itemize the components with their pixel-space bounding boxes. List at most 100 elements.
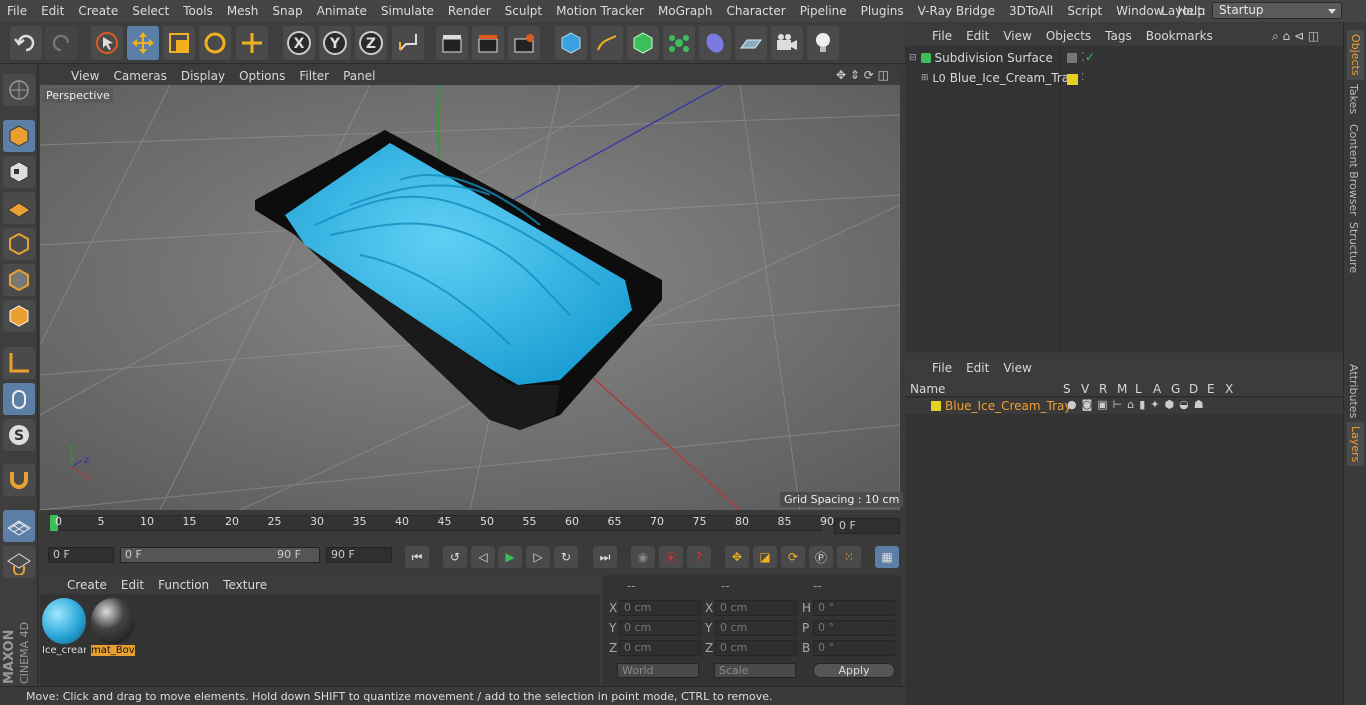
undo-button[interactable] xyxy=(10,26,42,60)
snap-button[interactable] xyxy=(3,464,35,496)
go-to-end-button[interactable]: ⏭ xyxy=(593,546,617,568)
menu-item-character[interactable]: Character xyxy=(719,4,792,18)
menu-item-snap[interactable]: Snap xyxy=(265,4,309,18)
layer-menu-view[interactable]: View xyxy=(996,361,1038,375)
key-parameter-button[interactable]: Ⓟ xyxy=(809,546,833,568)
menu-item-file[interactable]: File xyxy=(0,4,34,18)
menu-item-plugins[interactable]: Plugins xyxy=(854,4,911,18)
edge-mode-button[interactable] xyxy=(3,264,35,296)
material-menu-texture[interactable]: Texture xyxy=(216,578,274,592)
step-back-button[interactable]: ◁ xyxy=(471,546,495,568)
rotate-tool-button[interactable] xyxy=(199,26,231,60)
apply-button[interactable]: Apply xyxy=(813,663,895,678)
frame-range-slider[interactable]: 0 F 90 F xyxy=(120,547,320,563)
key-pla-button[interactable]: ⁙ xyxy=(837,546,861,568)
viewport-menu-options[interactable]: Options xyxy=(232,69,292,83)
record-active-button[interactable]: ⦿ xyxy=(659,546,683,568)
step-forward-button[interactable]: ▷ xyxy=(526,546,550,568)
tab-structure[interactable]: Structure xyxy=(1347,222,1360,273)
coord-rotation-field[interactable]: 0 ° xyxy=(813,620,895,636)
coord-position-field[interactable]: 0 cm xyxy=(619,600,701,616)
menu-item-script[interactable]: Script xyxy=(1060,4,1109,18)
viewport-menu-cameras[interactable]: Cameras xyxy=(106,69,173,83)
light-object-button[interactable] xyxy=(807,26,839,60)
make-editable-button[interactable] xyxy=(3,74,35,106)
coord-space-dropdown[interactable]: World xyxy=(617,663,699,678)
workplane-lock-button[interactable] xyxy=(3,510,35,542)
next-key-button[interactable]: ↻ xyxy=(554,546,578,568)
object-menu-objects[interactable]: Objects xyxy=(1039,29,1098,43)
menu-item-simulate[interactable]: Simulate xyxy=(374,4,441,18)
viewport-menu-filter[interactable]: Filter xyxy=(292,69,336,83)
transform-tool-button[interactable] xyxy=(236,26,268,60)
enabled-check-icon[interactable]: ⁚✓ xyxy=(1081,50,1095,64)
tab-layers[interactable]: Layers xyxy=(1347,422,1364,467)
viewport-menu-panel[interactable]: Panel xyxy=(336,69,382,83)
menu-item-create[interactable]: Create xyxy=(71,4,125,18)
key-scale-button[interactable]: ◪ xyxy=(753,546,777,568)
menu-item-edit[interactable]: Edit xyxy=(34,4,71,18)
object-manager-icons[interactable]: ⌕ ⌂ ⊲ ◫ xyxy=(1272,29,1319,44)
viewport-menu-view[interactable]: View xyxy=(64,69,106,83)
menu-item-render[interactable]: Render xyxy=(441,4,498,18)
coord-size-field[interactable]: 0 cm xyxy=(715,620,797,636)
timeline-ruler[interactable]: 0 5 10 15 20 25 30 35 40 45 50 55 60 65 70 75 80 85 90 0 F xyxy=(40,511,902,535)
layer-menu-file[interactable]: File xyxy=(925,361,959,375)
menu-item-v-ray-bridge[interactable]: V-Ray Bridge xyxy=(911,4,1002,18)
render-view-button[interactable] xyxy=(436,26,468,60)
layer-flag-icons[interactable]: ●◙▣⊢⌂▮✦⬢◒☗ xyxy=(1067,398,1209,411)
viewport-perspective[interactable]: Y Z X xyxy=(40,85,900,510)
coord-size-mode-dropdown[interactable]: Scale xyxy=(714,663,796,678)
tab-attributes[interactable]: Attributes xyxy=(1347,364,1360,418)
cube-object-button[interactable] xyxy=(555,26,587,60)
move-tool-button[interactable] xyxy=(127,26,159,60)
x-axis-button[interactable]: X xyxy=(283,26,315,60)
axis-mode-button[interactable] xyxy=(3,347,35,379)
material-swatch-ice-cream[interactable]: Ice_crear xyxy=(42,598,86,656)
coordinate-system-button[interactable] xyxy=(392,26,424,60)
visibility-dots-icon[interactable]: ⁚ xyxy=(1081,72,1084,83)
layer-row[interactable]: Blue_Ice_Cream_Tray ●◙▣⊢⌂▮✦⬢◒☗ xyxy=(905,398,1343,414)
menu-item-sculpt[interactable]: Sculpt xyxy=(498,4,549,18)
y-axis-button[interactable]: Y xyxy=(319,26,351,60)
step-back-key-button[interactable]: ↺ xyxy=(443,546,467,568)
viewport-menu-display[interactable]: Display xyxy=(174,69,232,83)
pen-spline-button[interactable] xyxy=(591,26,623,60)
render-settings-button[interactable] xyxy=(508,26,540,60)
menu-item-animate[interactable]: Animate xyxy=(310,4,374,18)
material-menu-function[interactable]: Function xyxy=(151,578,216,592)
tab-content-browser[interactable]: Content Browser xyxy=(1347,124,1360,216)
select-tool-button[interactable] xyxy=(91,26,123,60)
layer-menu-edit[interactable]: Edit xyxy=(959,361,996,375)
material-menu-create[interactable]: Create xyxy=(60,578,114,592)
coord-rotation-field[interactable]: 0 ° xyxy=(813,640,895,656)
start-frame-field[interactable]: 0 F xyxy=(48,547,114,563)
floor-object-button[interactable] xyxy=(735,26,767,60)
coord-position-field[interactable]: 0 cm xyxy=(619,620,701,636)
layer-color-swatch[interactable] xyxy=(1067,74,1078,85)
object-menu-file[interactable]: File xyxy=(925,29,959,43)
menu-item-select[interactable]: Select xyxy=(125,4,176,18)
deformer-button[interactable] xyxy=(699,26,731,60)
tab-takes[interactable]: Takes xyxy=(1347,84,1360,114)
polygon-mode-button[interactable] xyxy=(3,300,35,332)
menu-item-mograph[interactable]: MoGraph xyxy=(651,4,720,18)
menu-item-mesh[interactable]: Mesh xyxy=(220,4,266,18)
workplane-mode-button[interactable] xyxy=(3,192,35,224)
render-picture-viewer-button[interactable] xyxy=(472,26,504,60)
scale-tool-button[interactable] xyxy=(163,26,195,60)
play-button[interactable]: ▶ xyxy=(498,546,522,568)
camera-object-button[interactable] xyxy=(771,26,803,60)
grid-snap-button[interactable] xyxy=(3,546,35,578)
subdivision-button[interactable] xyxy=(627,26,659,60)
model-mode-button[interactable] xyxy=(3,120,35,152)
object-menu-view[interactable]: View xyxy=(996,29,1038,43)
key-position-button[interactable]: ✥ xyxy=(725,546,749,568)
key-rotation-button[interactable]: ⟳ xyxy=(781,546,805,568)
motion-record-button[interactable]: ◉ xyxy=(631,546,655,568)
solo-button[interactable]: S xyxy=(3,419,35,451)
current-frame-field[interactable]: 0 F xyxy=(834,518,900,534)
object-row-tray[interactable]: ⊞ L0 Blue_Ice_Cream_Tray xyxy=(921,71,1076,85)
object-menu-tags[interactable]: Tags xyxy=(1098,29,1139,43)
redo-button[interactable] xyxy=(45,26,77,60)
